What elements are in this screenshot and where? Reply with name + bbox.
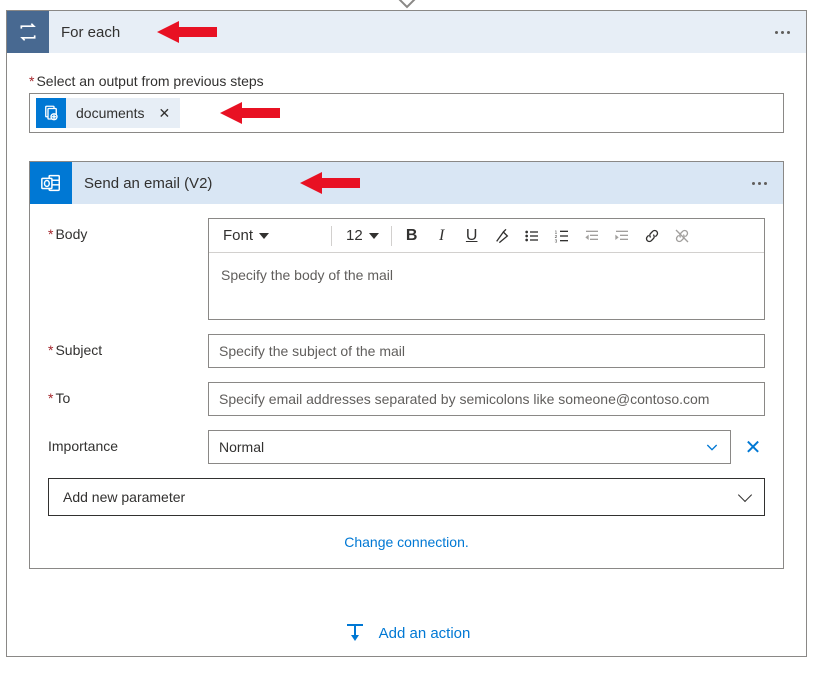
annotation-arrow [157,19,217,45]
token-label: documents [66,105,154,121]
caret-down-icon [259,233,269,239]
unlink-button[interactable] [668,223,696,249]
chevron-down-icon [704,439,720,455]
body-textarea[interactable]: Specify the body of the mail [209,253,764,319]
indent-button[interactable] [608,223,636,249]
for-each-header[interactable]: For each [7,11,806,53]
outdent-button[interactable] [578,223,606,249]
chevron-down-icon [738,488,752,502]
outlook-icon [30,162,72,204]
body-label: *Body [48,218,208,242]
required-asterisk: * [29,73,34,89]
importance-label: Importance [48,430,208,454]
for-each-icon [7,11,49,53]
subject-input[interactable] [208,334,765,368]
output-label: *Select an output from previous steps [29,73,784,89]
fontsize-select[interactable]: 12 [338,223,385,249]
add-action-label: Add an action [379,625,471,642]
for-each-card: For each *Select an output from previous… [6,10,807,657]
link-button[interactable] [638,223,666,249]
importance-select[interactable]: Normal [208,430,731,464]
send-email-header[interactable]: Send an email (V2) [30,162,783,204]
change-connection-link[interactable]: Change connection. [48,534,765,550]
italic-button[interactable]: I [428,223,456,249]
send-email-card: Send an email (V2) *Bo [29,161,784,569]
token-documents[interactable]: documents ✕ [36,98,180,128]
subject-label: *Subject [48,334,208,358]
for-each-more-button[interactable] [769,27,796,38]
underline-button[interactable]: U [458,223,486,249]
for-each-title: For each [49,24,120,41]
body-editor: Font 12 B [208,218,765,320]
token-remove-button[interactable]: ✕ [154,105,180,122]
font-select[interactable]: Font [215,223,325,249]
divider [391,226,392,246]
importance-value: Normal [219,439,264,455]
send-email-title: Send an email (V2) [72,175,212,192]
annotation-arrow [220,100,280,126]
to-label: *To [48,382,208,406]
flow-connector-arrow [396,0,418,10]
divider [331,226,332,246]
add-parameter-select[interactable]: Add new parameter [48,478,765,516]
bold-button[interactable]: B [398,223,426,249]
to-input[interactable] [208,382,765,416]
add-action-button[interactable]: Add an action [29,621,784,645]
add-action-icon [343,621,367,645]
rte-toolbar: Font 12 B [209,219,764,253]
svg-text:3: 3 [554,238,557,243]
add-parameter-label: Add new parameter [63,489,185,505]
caret-down-icon [369,233,379,239]
token-icon [36,98,66,128]
output-token-input[interactable]: documents ✕ [29,93,784,133]
numbered-list-button[interactable]: 1 2 3 [548,223,576,249]
send-email-more-button[interactable] [746,178,773,189]
annotation-arrow [300,170,360,196]
fontcolor-button[interactable] [488,223,516,249]
bulleted-list-button[interactable] [518,223,546,249]
importance-clear-button[interactable]: ✕ [741,435,765,460]
